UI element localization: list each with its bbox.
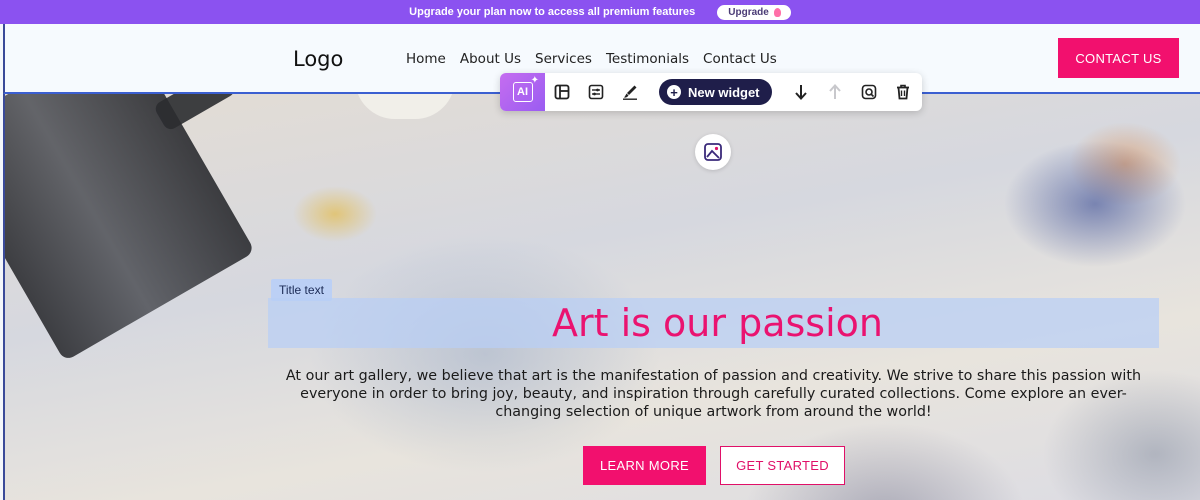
get-started-button[interactable]: GET STARTED — [720, 446, 845, 485]
hero-section[interactable]: Title text Art is our passion At our art… — [3, 94, 1200, 500]
cup-decoration — [355, 94, 455, 119]
ai-button[interactable]: AI ✦ — [500, 73, 545, 111]
contact-us-button[interactable]: CONTACT US — [1058, 38, 1179, 78]
layout-button[interactable] — [545, 73, 579, 111]
hero-title-box[interactable]: Art is our passion — [268, 298, 1159, 348]
settings-button[interactable] — [579, 73, 613, 111]
hero-description[interactable]: At our art gallery, we believe that art … — [268, 367, 1159, 421]
image-icon — [704, 143, 722, 161]
brush-icon — [623, 85, 637, 100]
move-up-button[interactable] — [818, 73, 852, 111]
promo-text: Upgrade your plan now to access all prem… — [409, 6, 696, 18]
flame-icon — [773, 7, 781, 17]
trash-icon — [896, 84, 909, 100]
duplicate-button[interactable] — [852, 73, 886, 111]
new-widget-label: New widget — [688, 84, 760, 100]
upgrade-button-label: Upgrade — [728, 6, 769, 18]
paint-tube-cap-decoration — [152, 94, 238, 132]
settings-sliders-icon — [588, 84, 604, 100]
layout-icon — [554, 84, 570, 100]
upgrade-button[interactable]: Upgrade — [717, 4, 791, 20]
duplicate-icon — [861, 84, 876, 100]
widget-toolbar: AI ✦ + New widget — [500, 73, 922, 111]
learn-more-button[interactable]: LEARN MORE — [583, 446, 706, 485]
nav-testimonials[interactable]: Testimonials — [606, 51, 689, 67]
hero-title[interactable]: Art is our passion — [544, 301, 883, 345]
promo-bar: Upgrade your plan now to access all prem… — [0, 0, 1200, 24]
sparkle-icon: ✦ — [530, 75, 539, 86]
paint-tube-decoration — [5, 94, 256, 362]
style-button[interactable] — [613, 73, 647, 111]
nav-services[interactable]: Services — [535, 51, 592, 67]
nav-about-us[interactable]: About Us — [460, 51, 521, 67]
ai-icon: AI — [512, 82, 533, 102]
arrow-up-icon — [828, 84, 841, 99]
arrow-down-icon — [794, 85, 807, 100]
logo[interactable]: Logo — [293, 47, 343, 71]
plus-icon: + — [667, 85, 681, 99]
nav-contact-us[interactable]: Contact Us — [703, 51, 777, 67]
move-down-button[interactable] — [784, 73, 818, 111]
new-widget-button[interactable]: + New widget — [659, 79, 772, 105]
main-nav: Home About Us Services Testimonials Cont… — [406, 51, 777, 67]
background-image-button[interactable] — [695, 134, 731, 170]
nav-home[interactable]: Home — [406, 51, 446, 67]
delete-button[interactable] — [886, 73, 920, 111]
